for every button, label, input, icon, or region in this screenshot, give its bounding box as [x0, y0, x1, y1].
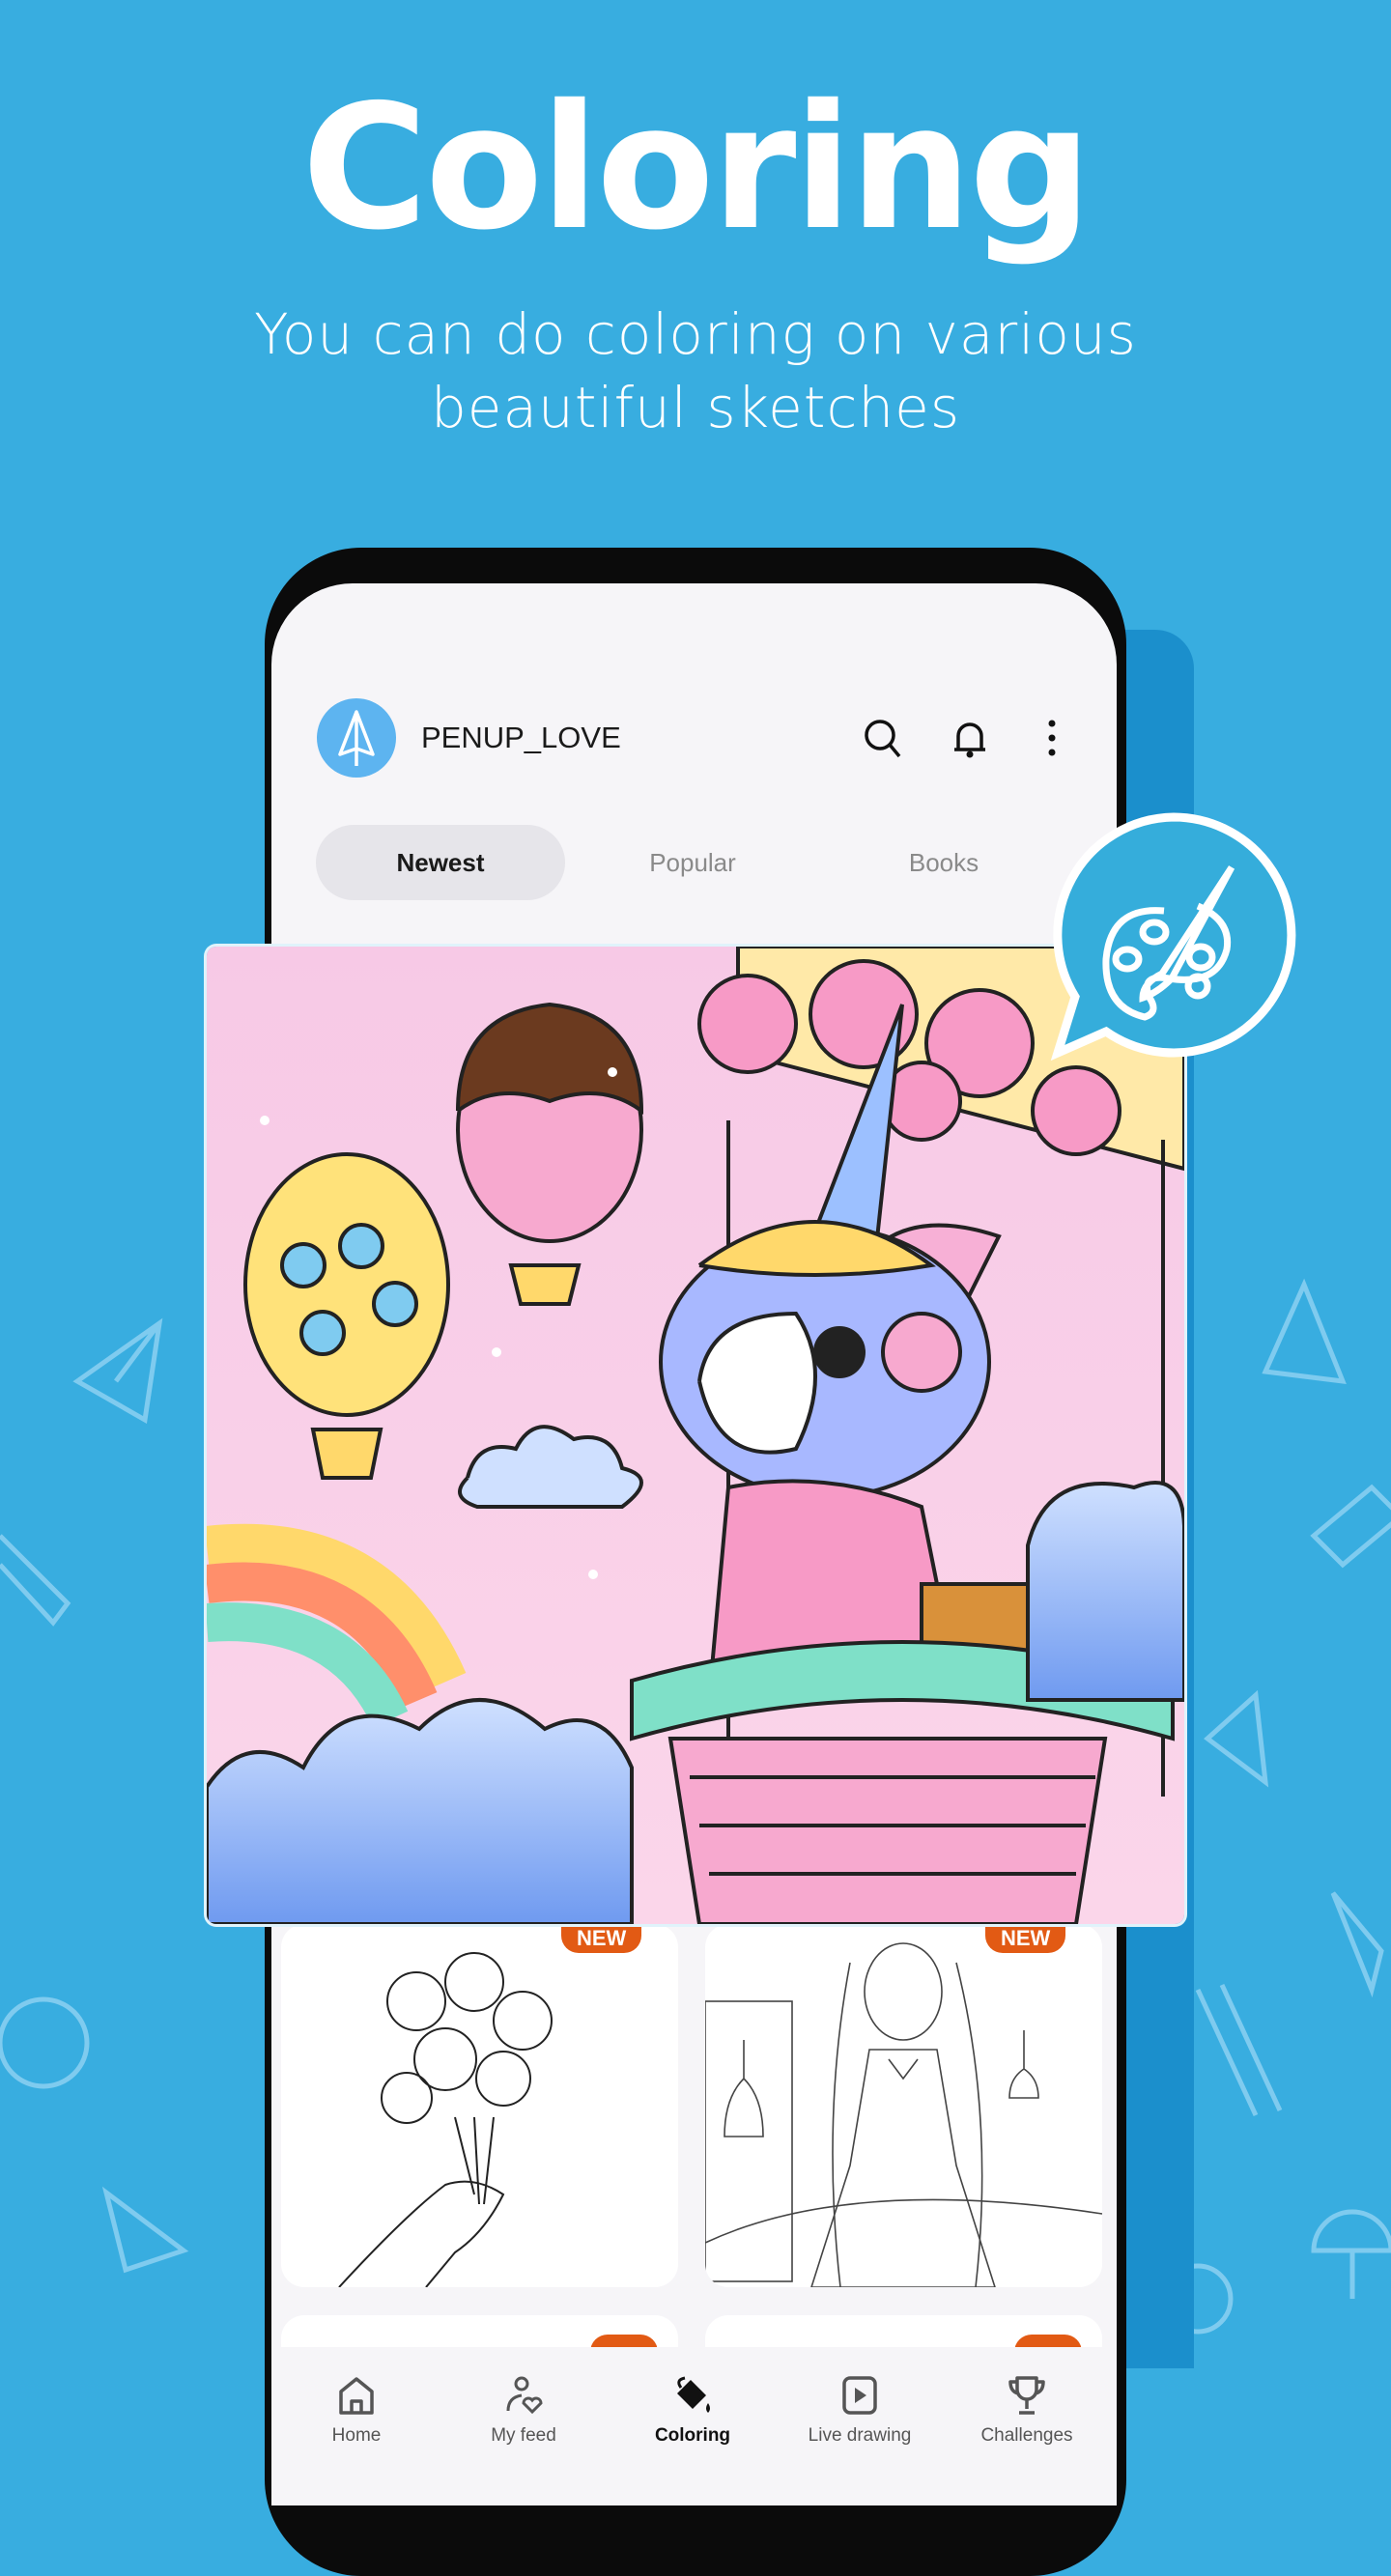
- nav-live-drawing[interactable]: Live drawing: [787, 2347, 932, 2473]
- tab-newest[interactable]: Newest: [316, 825, 565, 900]
- paint-bucket-icon: [677, 2376, 710, 2413]
- featured-coloring-image[interactable]: [207, 947, 1184, 1924]
- promo-subtitle-line1: You can do coloring on various: [254, 301, 1137, 367]
- more-vert-icon[interactable]: [1029, 715, 1075, 761]
- search-icon[interactable]: [860, 715, 906, 761]
- play-icon: [842, 2376, 877, 2415]
- new-badge: NEW: [985, 1924, 1066, 1953]
- nav-label: My feed: [491, 2425, 556, 2446]
- nav-label: Coloring: [654, 2425, 731, 2446]
- tab-books[interactable]: Books: [819, 825, 1068, 900]
- nav-my-feed[interactable]: My feed: [451, 2347, 596, 2473]
- nav-home[interactable]: Home: [284, 2347, 429, 2473]
- tab-popular[interactable]: Popular: [568, 825, 817, 900]
- bunny-balloon-illustration: [207, 947, 1184, 1924]
- penup-logo-icon: [338, 710, 375, 766]
- avatar[interactable]: [317, 698, 396, 778]
- trophy-icon: [1008, 2376, 1045, 2415]
- nav-challenges[interactable]: Challenges: [954, 2347, 1099, 2473]
- username: PENUP_LOVE: [421, 721, 621, 754]
- promo-subtitle-line2: beautiful sketches: [430, 375, 961, 440]
- home-icon: [339, 2377, 374, 2415]
- palette-bubble-icon: [1050, 812, 1296, 1062]
- promo-title: Coloring: [301, 68, 1092, 268]
- feed-icon: [506, 2376, 543, 2415]
- coloring-card[interactable]: NEW: [281, 1924, 678, 2287]
- bell-icon[interactable]: [947, 715, 993, 761]
- nav-label: Challenges: [980, 2425, 1073, 2446]
- coloring-card[interactable]: NEW: [705, 1924, 1102, 2287]
- bottom-nav: Home My feed Coloring Live drawing Chall…: [271, 2347, 1117, 2473]
- nav-label: Home: [331, 2425, 382, 2446]
- flower-bouquet-sketch: [338, 1952, 553, 2287]
- nav-label: Live drawing: [808, 2425, 912, 2446]
- new-badge: NEW: [561, 1924, 642, 1953]
- nav-coloring[interactable]: Coloring: [620, 2347, 765, 2473]
- girl-potion-sketch: [705, 1942, 1102, 2287]
